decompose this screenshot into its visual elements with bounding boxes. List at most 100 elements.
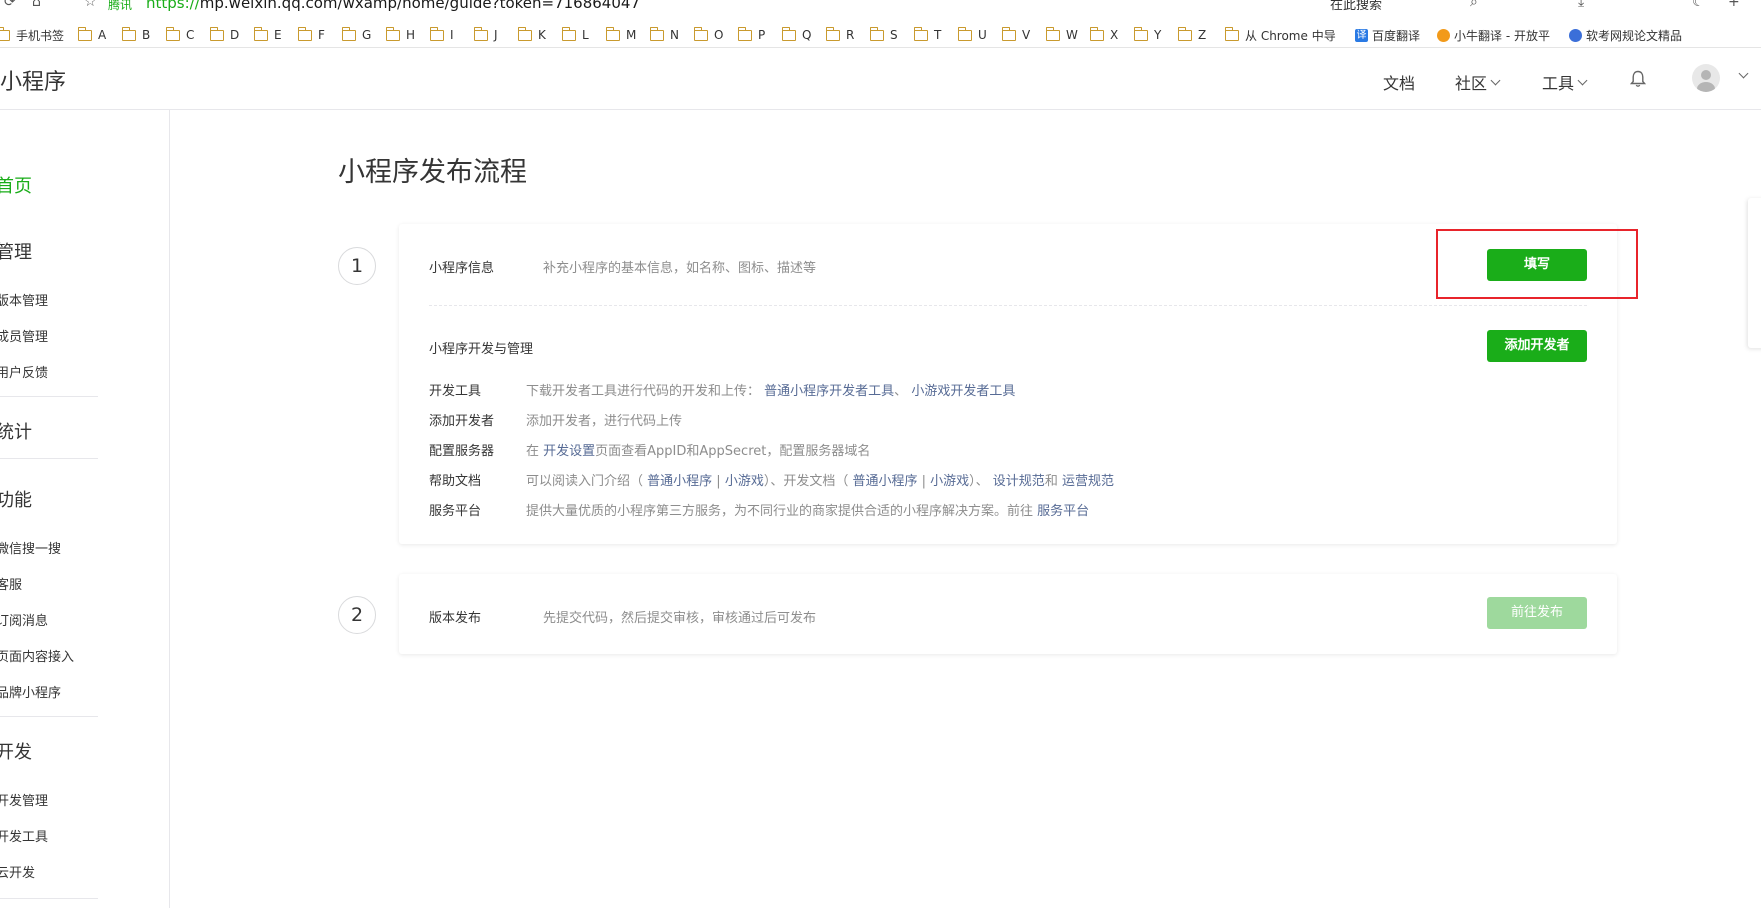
download-icon[interactable]: ⤓	[1578, 0, 1584, 10]
bookmark-ruankao[interactable]: 软考网规论文精品	[1569, 26, 1682, 44]
nav-tools[interactable]: 工具	[1542, 70, 1588, 94]
sidebar-item-brand-miniprogram[interactable]: 品牌小程序	[0, 682, 61, 701]
bookmark-label: 百度翻译	[1372, 28, 1421, 43]
bookmark-folder-v[interactable]: V	[1001, 26, 1031, 44]
sidebar-item-subscribe-msg[interactable]: 订阅消息	[0, 610, 48, 629]
sidebar-item-customer-service[interactable]: 客服	[0, 574, 22, 593]
help-mid: ）、开发文档（	[763, 474, 853, 489]
design-spec-link[interactable]: 设计规范	[993, 474, 1045, 489]
sidebar-divider	[0, 396, 98, 397]
dev-tools-label: 开发工具	[429, 384, 482, 399]
sidebar-divider	[0, 898, 98, 899]
bookmark-niu-translate[interactable]: 小牛翻译 - 开放平	[1437, 26, 1550, 44]
bookmark-folder-l[interactable]: L	[561, 26, 589, 44]
browser-address-bar: ⟳ ⌂ ☆ 腾讯 https://mp.weixin.qq.com/wxamp/…	[0, 0, 1761, 14]
bookmark-folder-p[interactable]: P	[737, 26, 765, 44]
dev-tools-desc-text: 下载开发者工具进行代码的开发和上传：	[526, 384, 761, 399]
sidebar-item-user-feedback[interactable]: 用户反馈	[0, 362, 48, 381]
bookmark-folder-j[interactable]: J	[473, 26, 498, 44]
nav-community[interactable]: 社区	[1455, 70, 1501, 94]
bookmark-from-chrome[interactable]: 从 Chrome 中导	[1224, 26, 1336, 44]
sidebar-item-home[interactable]: 首页	[0, 172, 32, 198]
operation-spec-link[interactable]: 运营规范	[1062, 474, 1114, 489]
folder-icon	[1177, 26, 1192, 41]
bookmark-folder-g[interactable]: G	[341, 26, 371, 44]
refresh-icon[interactable]: ⟳	[4, 0, 16, 10]
sidebar-item-dev-tools[interactable]: 开发工具	[0, 826, 48, 845]
sidebar-item-version-manage[interactable]: 版本管理	[0, 290, 48, 309]
step-number-2: 2	[338, 596, 376, 634]
folder-icon	[1089, 26, 1104, 41]
home-icon[interactable]: ⌂	[32, 0, 41, 10]
bookmark-folder-e[interactable]: E	[253, 26, 282, 44]
url-field[interactable]: https://mp.weixin.qq.com/wxamp/home/guid…	[146, 0, 640, 12]
bookmark-folder-s[interactable]: S	[869, 26, 898, 44]
miniprogram-info-label: 小程序信息	[429, 261, 495, 276]
bookmark-folder-m[interactable]: M	[605, 26, 637, 44]
folder-icon	[649, 26, 664, 41]
bookmark-folder-x[interactable]: X	[1089, 26, 1118, 44]
bookmark-label: 手机书签	[16, 28, 65, 43]
bookmark-label: V	[1022, 28, 1031, 42]
bookmark-folder-h[interactable]: H	[385, 26, 415, 44]
avatar[interactable]	[1692, 64, 1720, 92]
bookmark-folder-o[interactable]: O	[693, 26, 723, 44]
folder-icon	[1001, 26, 1016, 41]
bookmark-label: M	[626, 28, 637, 42]
bookmark-mobile[interactable]: 手机书签	[0, 26, 64, 44]
bookmark-folder-q[interactable]: Q	[781, 26, 811, 44]
folder-icon	[781, 26, 796, 41]
sidebar-item-cloud-dev[interactable]: 云开发	[0, 862, 35, 881]
docs-game-link[interactable]: 小游戏	[930, 474, 969, 489]
nav-docs[interactable]: 文档	[1383, 70, 1415, 94]
bookmark-folder-n[interactable]: N	[649, 26, 679, 44]
bookmark-folder-c[interactable]: C	[165, 26, 194, 44]
bookmark-folder-z[interactable]: Z	[1177, 26, 1207, 44]
right-floating-panel[interactable]	[1748, 198, 1761, 348]
service-platform-link[interactable]: 服务平台	[1037, 504, 1089, 519]
folder-icon	[165, 26, 180, 41]
bookmark-label: Z	[1198, 28, 1207, 42]
top-navigation: 小程序 文档 社区 工具	[0, 48, 1761, 110]
bookmark-label: I	[450, 28, 454, 42]
bookmark-folder-i[interactable]: I	[429, 26, 454, 44]
folder-icon	[77, 26, 92, 41]
bookmark-folder-y[interactable]: Y	[1133, 26, 1161, 44]
add-developer-button[interactable]: 添加开发者	[1487, 330, 1587, 362]
separator: 、	[894, 384, 908, 399]
game-devtools-link[interactable]: 小游戏开发者工具	[911, 384, 1015, 399]
bookmark-label: T	[934, 28, 942, 42]
sidebar-item-wechat-search[interactable]: 微信搜一搜	[0, 538, 61, 557]
bookmark-folder-t[interactable]: T	[913, 26, 942, 44]
docs-miniprogram-link[interactable]: 普通小程序	[852, 474, 917, 489]
go-release-button[interactable]: 前往发布	[1487, 597, 1587, 629]
bookmark-label: J	[494, 28, 498, 42]
sidebar-item-page-content[interactable]: 页面内容接入	[0, 646, 74, 665]
bookmark-folder-a[interactable]: A	[77, 26, 106, 44]
bookmark-star-icon[interactable]: ☆	[84, 0, 97, 10]
bookmark-label: S	[890, 28, 898, 42]
bookmark-folder-f[interactable]: F	[297, 26, 325, 44]
bookmark-folder-d[interactable]: D	[209, 26, 239, 44]
sidebar-group-stats[interactable]: 统计	[0, 418, 32, 444]
bookmark-folder-b[interactable]: B	[121, 26, 150, 44]
normal-devtools-link[interactable]: 普通小程序开发者工具	[764, 384, 894, 399]
new-tab-icon[interactable]: +	[1728, 0, 1740, 10]
bar: |	[712, 474, 725, 489]
search-icon[interactable]: ⌕	[1470, 0, 1478, 10]
bookmark-baidu-translate[interactable]: 译百度翻译	[1355, 26, 1420, 44]
bell-icon[interactable]	[1630, 70, 1646, 88]
help-mid2: ）、	[969, 474, 993, 489]
bookmark-folder-u[interactable]: U	[957, 26, 987, 44]
browser-search-input[interactable]: 在此搜索	[1330, 0, 1382, 13]
bookmark-folder-w[interactable]: W	[1045, 26, 1078, 44]
dev-settings-link[interactable]: 开发设置	[543, 444, 595, 459]
intro-game-link[interactable]: 小游戏	[725, 474, 764, 489]
night-mode-icon[interactable]: ☾	[1692, 0, 1705, 10]
folder-icon	[297, 26, 312, 41]
bookmark-folder-r[interactable]: R	[825, 26, 854, 44]
intro-miniprogram-link[interactable]: 普通小程序	[647, 474, 712, 489]
sidebar-item-member-manage[interactable]: 成员管理	[0, 326, 48, 345]
bookmark-folder-k[interactable]: K	[517, 26, 546, 44]
sidebar-item-dev-manage[interactable]: 开发管理	[0, 790, 48, 809]
